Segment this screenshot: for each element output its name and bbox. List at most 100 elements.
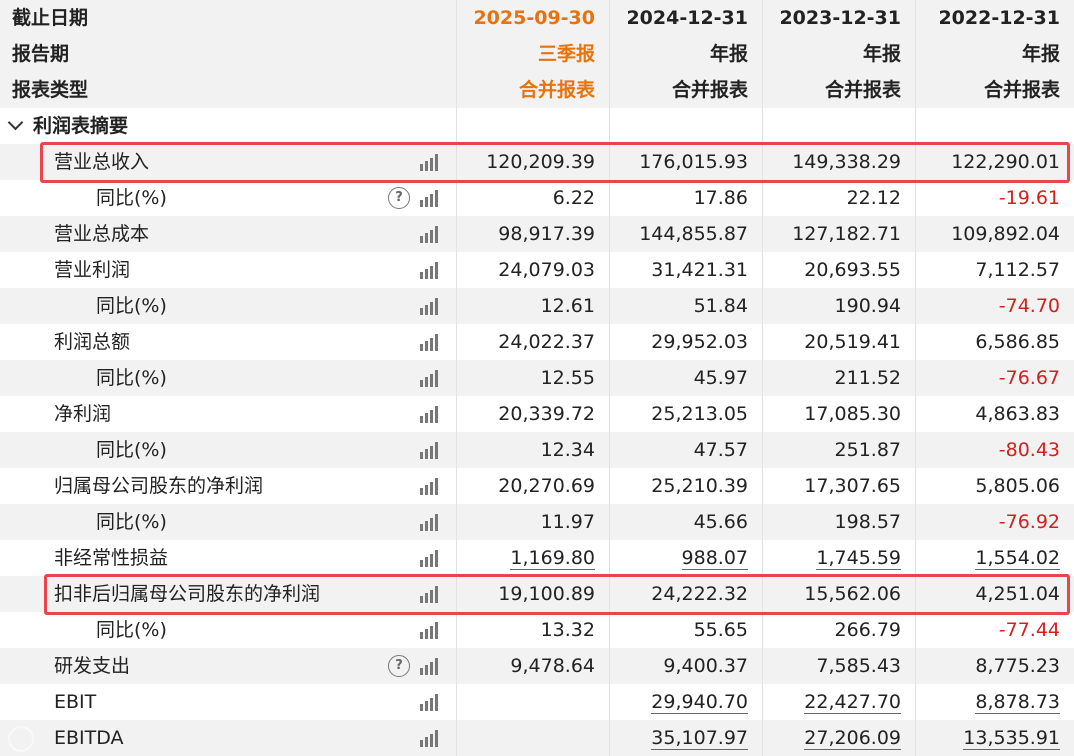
value-text: 24,079.03	[498, 259, 595, 281]
value-text: 122,290.01	[951, 151, 1060, 173]
header-value: 合并报表	[671, 79, 748, 101]
row-value[interactable]: 22,427.70	[762, 684, 915, 720]
value-text: 22.12	[846, 187, 901, 209]
row-value: 5,805.06	[915, 468, 1074, 504]
bar-chart-icon[interactable]	[420, 226, 440, 243]
value-text: -80.43	[998, 439, 1060, 461]
row-value[interactable]: 1,745.59	[762, 540, 915, 576]
row-value[interactable]: 8,878.73	[915, 684, 1074, 720]
bar-chart-icon[interactable]	[420, 262, 440, 279]
row-value[interactable]	[456, 684, 609, 720]
value-text: 17,307.65	[804, 475, 901, 497]
value-text: 266.79	[834, 619, 901, 641]
header-row: 截止日期 2025-09-30 2024-12-31 2023-12-31 2022-1…	[0, 0, 1074, 36]
table-row: 归属母公司股东的净利润 20,270.69 25,210.39 17,307.65 5,…	[0, 468, 1074, 504]
row-value: 24,079.03	[456, 252, 609, 288]
value-text: 127,182.71	[792, 223, 901, 245]
value-text: 13.32	[540, 619, 595, 641]
bar-chart-icon[interactable]	[420, 154, 440, 171]
table-row: 利润总额 24,022.37 29,952.03 20,519.41 6,586.85	[0, 324, 1074, 360]
row-value: 13.32	[456, 612, 609, 648]
value-text: 12.34	[540, 439, 595, 461]
bar-chart-icon[interactable]	[420, 658, 440, 675]
row-value: -77.44	[915, 612, 1074, 648]
row-value: 7,585.43	[762, 648, 915, 684]
value-text: 25,213.05	[651, 403, 748, 425]
row-value: -76.67	[915, 360, 1074, 396]
bar-chart-icon[interactable]	[420, 730, 440, 747]
bar-chart-icon[interactable]	[420, 622, 440, 639]
row-value[interactable]: 1,169.80	[456, 540, 609, 576]
row-value[interactable]: 1,554.02	[915, 540, 1074, 576]
table-row: 同比(%) 11.97 45.66 198.57 -76.92	[0, 504, 1074, 540]
bar-chart-icon[interactable]	[420, 514, 440, 531]
value-text: 7,585.43	[816, 655, 901, 677]
value-text: -19.61	[998, 187, 1060, 209]
value-text: 35,107.97	[651, 727, 748, 750]
table-row: 同比(%) 13.32 55.65 266.79 -77.44	[0, 612, 1074, 648]
bar-chart-icon[interactable]	[420, 694, 440, 711]
value-text: 109,892.04	[951, 223, 1060, 245]
value-text: -74.70	[998, 295, 1060, 317]
table-row: 同比(%) 12.55 45.97 211.52 -76.67	[0, 360, 1074, 396]
row-value: 51.84	[609, 288, 762, 324]
bar-chart-icon[interactable]	[420, 550, 440, 567]
table-row: 非经常性损益 1,169.80 988.07 1,745.59 1,554.02	[0, 540, 1074, 576]
value-text: 13,535.91	[963, 727, 1060, 750]
row-value: 55.65	[609, 612, 762, 648]
row-value[interactable]: 13,535.91	[915, 720, 1074, 756]
row-value: 8,775.23	[915, 648, 1074, 684]
column-separator	[609, 0, 610, 756]
bar-chart-icon[interactable]	[420, 406, 440, 423]
row-value: 144,855.87	[609, 216, 762, 252]
row-value: 9,478.64	[456, 648, 609, 684]
value-text: -76.92	[998, 511, 1060, 533]
value-text: 9,400.37	[663, 655, 748, 677]
value-text: 45.66	[693, 511, 748, 533]
value-text: 20,519.41	[804, 331, 901, 353]
row-value[interactable]: 35,107.97	[609, 720, 762, 756]
value-text: 1,169.80	[510, 547, 595, 570]
value-text: 19,100.89	[498, 583, 595, 605]
row-value[interactable]	[456, 720, 609, 756]
value-text: 12.61	[540, 295, 595, 317]
value-text: 55.65	[693, 619, 748, 641]
value-text: 1,745.59	[816, 547, 901, 570]
bar-chart-icon[interactable]	[420, 298, 440, 315]
value-text: 17,085.30	[804, 403, 901, 425]
section-header[interactable]: 利润表摘要	[0, 108, 1074, 144]
header-row: 报表类型 合并报表 合并报表 合并报表 合并报表	[0, 72, 1074, 108]
row-value[interactable]: 988.07	[609, 540, 762, 576]
row-value: 127,182.71	[762, 216, 915, 252]
table-row: EBIT 29,940.70 22,427.70 8,878.73	[0, 684, 1074, 720]
bar-chart-icon[interactable]	[420, 586, 440, 603]
row-value[interactable]: 29,940.70	[609, 684, 762, 720]
row-value: 45.97	[609, 360, 762, 396]
row-value: -76.92	[915, 504, 1074, 540]
row-value: 266.79	[762, 612, 915, 648]
section-toggle[interactable]: 利润表摘要	[0, 108, 466, 144]
value-text: 6,586.85	[975, 331, 1060, 353]
bar-chart-icon[interactable]	[420, 442, 440, 459]
bar-chart-icon[interactable]	[420, 370, 440, 387]
value-text: 98,917.39	[498, 223, 595, 245]
value-text: 1,554.02	[975, 547, 1060, 570]
chevron-down-icon[interactable]	[7, 114, 24, 131]
help-icon[interactable]: ?	[388, 187, 410, 209]
row-value: 4,863.83	[915, 396, 1074, 432]
row-value: 6,586.85	[915, 324, 1074, 360]
help-icon[interactable]: ?	[388, 655, 410, 677]
table-row: 同比(%) 12.61 51.84 190.94 -74.70	[0, 288, 1074, 324]
row-value: 15,562.06	[762, 576, 915, 612]
value-text: 120,209.39	[486, 151, 595, 173]
value-text: 47.57	[693, 439, 748, 461]
value-text: 51.84	[693, 295, 748, 317]
row-value: 251.87	[762, 432, 915, 468]
bar-chart-icon[interactable]	[420, 478, 440, 495]
bar-chart-icon[interactable]	[420, 190, 440, 207]
column-separator	[915, 0, 916, 756]
bar-chart-icon[interactable]	[420, 334, 440, 351]
row-value: 7,112.57	[915, 252, 1074, 288]
row-value: 20,519.41	[762, 324, 915, 360]
row-value[interactable]: 27,206.09	[762, 720, 915, 756]
